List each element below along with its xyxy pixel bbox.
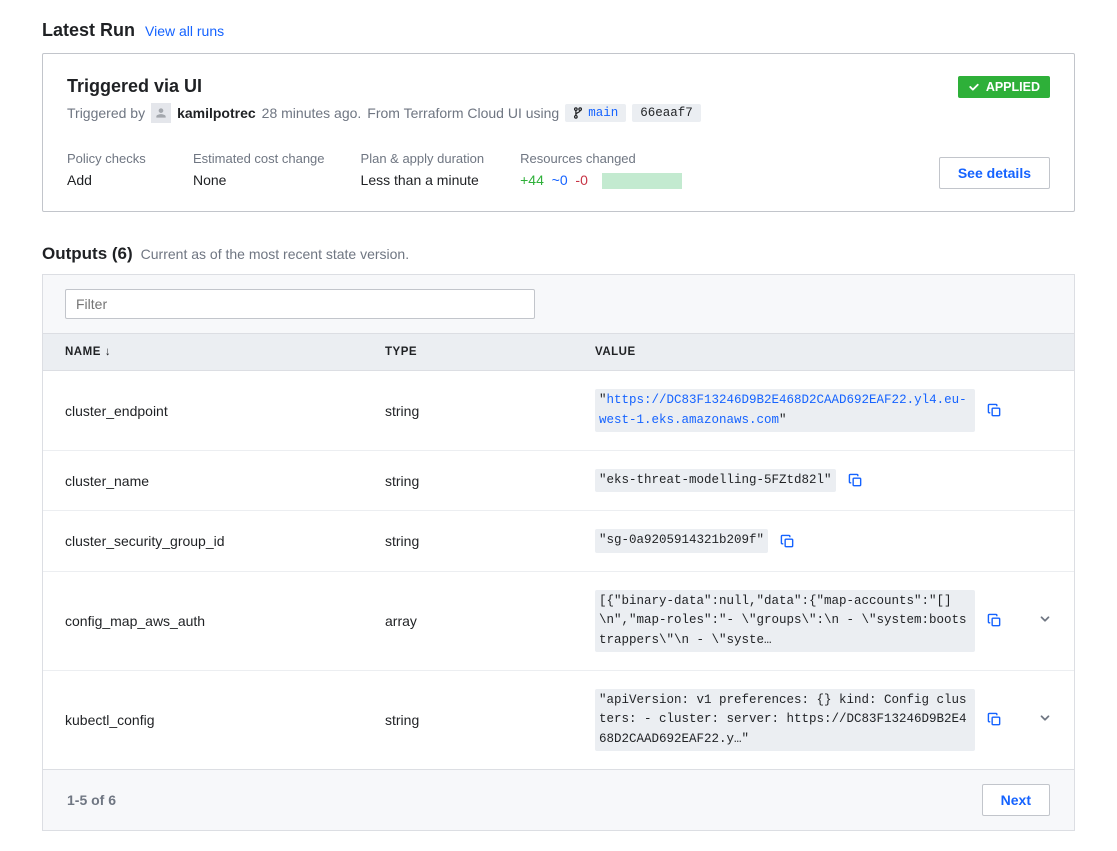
table-row: cluster_namestring"eks-threat-modelling-… — [43, 451, 1074, 511]
view-all-runs-link[interactable]: View all runs — [145, 23, 224, 39]
triggered-by-label: Triggered by — [67, 105, 145, 121]
resources-changed-label: Resources changed — [520, 151, 682, 166]
commit-pill[interactable]: 66eaaf7 — [632, 104, 701, 122]
resources-changed-value: +44 ~0 -0 — [520, 172, 682, 189]
chevron-down-icon[interactable] — [1038, 612, 1052, 626]
latest-run-title: Latest Run — [42, 20, 135, 41]
triggered-by-user: kamilpotrec — [177, 105, 256, 121]
output-name: cluster_endpoint — [65, 403, 385, 419]
output-value: "https://DC83F13246D9B2E468D2CAAD692EAF2… — [595, 389, 975, 432]
check-icon — [968, 81, 980, 93]
cost-change-label: Estimated cost change — [193, 151, 325, 166]
user-avatar — [151, 103, 171, 123]
copy-icon[interactable] — [848, 473, 863, 488]
resources-bar — [602, 173, 682, 189]
output-value-cell: [{"binary-data":null,"data":{"map-accoun… — [595, 590, 1002, 652]
resources-change: ~0 — [552, 172, 568, 188]
copy-icon[interactable] — [987, 712, 1002, 727]
output-value-cell: "apiVersion: v1 preferences: {} kind: Co… — [595, 689, 1002, 751]
col-name[interactable]: NAME↓ — [65, 346, 385, 358]
table-row: cluster_security_group_idstring"sg-0a920… — [43, 511, 1074, 571]
resources-add: +44 — [520, 172, 544, 188]
output-value-cell: "eks-threat-modelling-5FZtd82l" — [595, 469, 1002, 492]
output-name: kubectl_config — [65, 712, 385, 728]
policy-checks-label: Policy checks — [67, 151, 157, 166]
pager-info: 1-5 of 6 — [67, 792, 116, 808]
outputs-subtitle: Current as of the most recent state vers… — [141, 246, 409, 262]
output-value: "eks-threat-modelling-5FZtd82l" — [595, 469, 836, 492]
branch-icon — [573, 107, 583, 119]
run-card-title: Triggered via UI — [67, 76, 701, 97]
output-type: array — [385, 613, 595, 629]
output-value: [{"binary-data":null,"data":{"map-accoun… — [595, 590, 975, 652]
status-badge: APPLIED — [958, 76, 1050, 98]
triggered-when: 28 minutes ago. — [262, 105, 362, 121]
latest-run-card: Triggered via UI Triggered by kamilpotre… — [42, 53, 1075, 212]
table-row: config_map_aws_autharray[{"binary-data":… — [43, 572, 1074, 671]
output-type: string — [385, 712, 595, 728]
col-value[interactable]: VALUE — [595, 346, 1002, 358]
outputs-title: Outputs (6) — [42, 244, 133, 264]
outputs-table-head: NAME↓ TYPE VALUE — [43, 334, 1074, 371]
filter-input[interactable] — [65, 289, 535, 319]
col-type[interactable]: TYPE — [385, 346, 595, 358]
output-name: config_map_aws_auth — [65, 613, 385, 629]
copy-icon[interactable] — [780, 534, 795, 549]
output-value: "apiVersion: v1 preferences: {} kind: Co… — [595, 689, 975, 751]
duration-value: Less than a minute — [361, 172, 485, 188]
pagination-bar: 1-5 of 6 Next — [43, 769, 1074, 830]
outputs-table: NAME↓ TYPE VALUE cluster_endpointstring"… — [42, 274, 1075, 831]
output-type: string — [385, 473, 595, 489]
cost-change-value: None — [193, 172, 325, 188]
output-name: cluster_name — [65, 473, 385, 489]
copy-icon[interactable] — [987, 613, 1002, 628]
copy-icon[interactable] — [987, 403, 1002, 418]
resources-delete: -0 — [575, 172, 587, 188]
branch-pill[interactable]: main — [565, 104, 626, 122]
run-trigger-line: Triggered by kamilpotrec 28 minutes ago.… — [67, 103, 701, 123]
next-button[interactable]: Next — [982, 784, 1050, 816]
table-row: cluster_endpointstring"https://DC83F1324… — [43, 371, 1074, 451]
output-name: cluster_security_group_id — [65, 533, 385, 549]
table-row: kubectl_configstring"apiVersion: v1 pref… — [43, 671, 1074, 769]
sort-down-icon: ↓ — [105, 346, 111, 358]
output-value-cell: "https://DC83F13246D9B2E468D2CAAD692EAF2… — [595, 389, 1002, 432]
output-value: "sg-0a9205914321b209f" — [595, 529, 768, 552]
output-value-link[interactable]: https://DC83F13246D9B2E468D2CAAD692EAF22… — [599, 393, 967, 426]
triggered-from: From Terraform Cloud UI using — [367, 105, 559, 121]
status-text: APPLIED — [986, 80, 1040, 94]
policy-checks-value: Add — [67, 172, 157, 188]
branch-name: main — [588, 106, 618, 120]
output-type: string — [385, 533, 595, 549]
output-type: string — [385, 403, 595, 419]
chevron-down-icon[interactable] — [1038, 711, 1052, 725]
see-details-button[interactable]: See details — [939, 157, 1050, 189]
duration-label: Plan & apply duration — [361, 151, 485, 166]
output-value-cell: "sg-0a9205914321b209f" — [595, 529, 1002, 552]
